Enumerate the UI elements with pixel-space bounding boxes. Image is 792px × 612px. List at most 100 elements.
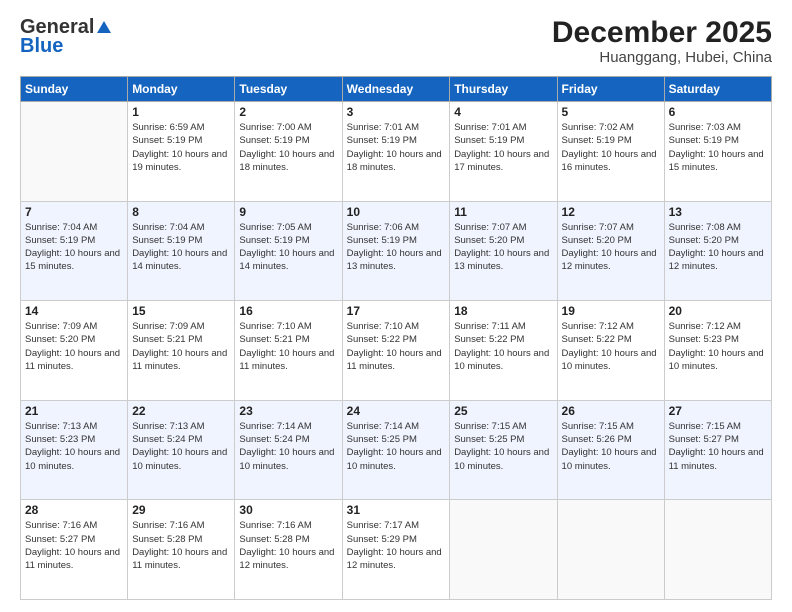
day-number: 23: [239, 404, 337, 418]
calendar-week-row: 1Sunrise: 6:59 AMSunset: 5:19 PMDaylight…: [21, 102, 772, 202]
day-number: 12: [562, 205, 660, 219]
calendar-day-cell: 24Sunrise: 7:14 AMSunset: 5:25 PMDayligh…: [342, 400, 450, 500]
day-info: Sunrise: 7:13 AMSunset: 5:24 PMDaylight:…: [132, 420, 230, 473]
location: Huanggang, Hubei, China: [552, 49, 772, 66]
day-info: Sunrise: 7:16 AMSunset: 5:28 PMDaylight:…: [239, 519, 337, 572]
day-number: 7: [25, 205, 123, 219]
day-info: Sunrise: 7:14 AMSunset: 5:24 PMDaylight:…: [239, 420, 337, 473]
day-info: Sunrise: 7:00 AMSunset: 5:19 PMDaylight:…: [239, 121, 337, 174]
calendar-day-cell: [21, 102, 128, 202]
day-info: Sunrise: 7:07 AMSunset: 5:20 PMDaylight:…: [454, 221, 552, 274]
day-info: Sunrise: 7:03 AMSunset: 5:19 PMDaylight:…: [669, 121, 767, 174]
calendar-day-cell: 28 Sunrise: 7:16 AMSunset: 5:27 PMDayligh…: [21, 500, 128, 600]
day-info: Sunrise: 7:09 AMSunset: 5:21 PMDaylight:…: [132, 320, 230, 373]
calendar-day-cell: 8 Sunrise: 7:04 AMSunset: 5:19 PMDaylight…: [128, 201, 235, 301]
calendar-day-cell: 2 Sunrise: 7:00 AMSunset: 5:19 PMDaylight…: [235, 102, 342, 202]
day-info: Sunrise: 7:10 AMSunset: 5:21 PMDaylight:…: [239, 320, 337, 373]
calendar-day-cell: 7 Sunrise: 7:04 AMSunset: 5:19 PMDaylight…: [21, 201, 128, 301]
calendar-day-cell: 16 Sunrise: 7:10 AMSunset: 5:21 PMDayligh…: [235, 301, 342, 401]
day-info: Sunrise: 7:10 AMSunset: 5:22 PMDaylight:…: [347, 320, 446, 373]
day-number: 16: [239, 304, 337, 318]
calendar-day-cell: 1Sunrise: 6:59 AMSunset: 5:19 PMDaylight…: [128, 102, 235, 202]
day-number: 1: [132, 105, 230, 119]
day-number: 14: [25, 304, 123, 318]
calendar-day-cell: 19Sunrise: 7:12 AMSunset: 5:22 PMDayligh…: [557, 301, 664, 401]
page: General Blue December 2025 Huanggang, Hu…: [0, 0, 792, 612]
calendar-day-cell: 6Sunrise: 7:03 AMSunset: 5:19 PMDaylight…: [664, 102, 771, 202]
calendar-day-cell: 25Sunrise: 7:15 AMSunset: 5:25 PMDayligh…: [450, 400, 557, 500]
calendar-day-cell: 5 Sunrise: 7:02 AMSunset: 5:19 PMDaylight…: [557, 102, 664, 202]
calendar-table: SundayMondayTuesdayWednesdayThursdayFrid…: [20, 76, 772, 600]
day-number: 26: [562, 404, 660, 418]
calendar-day-header: Tuesday: [235, 77, 342, 102]
calendar-day-cell: 3 Sunrise: 7:01 AMSunset: 5:19 PMDaylight…: [342, 102, 450, 202]
logo-icon: [95, 19, 113, 37]
calendar-header-row: SundayMondayTuesdayWednesdayThursdayFrid…: [21, 77, 772, 102]
calendar-day-cell: 10 Sunrise: 7:06 AMSunset: 5:19 PMDayligh…: [342, 201, 450, 301]
day-number: 5: [562, 105, 660, 119]
day-info: Sunrise: 7:16 AMSunset: 5:28 PMDaylight:…: [132, 519, 230, 572]
day-info: Sunrise: 7:02 AMSunset: 5:19 PMDaylight:…: [562, 121, 660, 174]
day-info: Sunrise: 7:14 AMSunset: 5:25 PMDaylight:…: [347, 420, 446, 473]
calendar-day-header: Friday: [557, 77, 664, 102]
day-info: Sunrise: 7:05 AMSunset: 5:19 PMDaylight:…: [239, 221, 337, 274]
logo-blue: Blue: [20, 35, 63, 58]
calendar-day-cell: [450, 500, 557, 600]
calendar-day-cell: 15Sunrise: 7:09 AMSunset: 5:21 PMDayligh…: [128, 301, 235, 401]
day-number: 3: [347, 105, 446, 119]
day-info: Sunrise: 7:07 AMSunset: 5:20 PMDaylight:…: [562, 221, 660, 274]
day-info: Sunrise: 7:01 AMSunset: 5:19 PMDaylight:…: [347, 121, 446, 174]
calendar-day-cell: 21Sunrise: 7:13 AMSunset: 5:23 PMDayligh…: [21, 400, 128, 500]
day-number: 21: [25, 404, 123, 418]
calendar-day-cell: 20Sunrise: 7:12 AMSunset: 5:23 PMDayligh…: [664, 301, 771, 401]
day-info: Sunrise: 7:15 AMSunset: 5:25 PMDaylight:…: [454, 420, 552, 473]
calendar-day-cell: 18Sunrise: 7:11 AMSunset: 5:22 PMDayligh…: [450, 301, 557, 401]
day-number: 27: [669, 404, 767, 418]
day-number: 9: [239, 205, 337, 219]
day-number: 30: [239, 503, 337, 517]
day-number: 10: [347, 205, 446, 219]
calendar-day-cell: [557, 500, 664, 600]
day-info: Sunrise: 7:12 AMSunset: 5:22 PMDaylight:…: [562, 320, 660, 373]
calendar-day-cell: 23 Sunrise: 7:14 AMSunset: 5:24 PMDayligh…: [235, 400, 342, 500]
day-number: 13: [669, 205, 767, 219]
day-number: 2: [239, 105, 337, 119]
day-number: 31: [347, 503, 446, 517]
day-info: Sunrise: 7:12 AMSunset: 5:23 PMDaylight:…: [669, 320, 767, 373]
calendar-day-cell: 9 Sunrise: 7:05 AMSunset: 5:19 PMDaylight…: [235, 201, 342, 301]
header: General Blue December 2025 Huanggang, Hu…: [20, 16, 772, 66]
day-number: 4: [454, 105, 552, 119]
day-number: 28: [25, 503, 123, 517]
day-number: 22: [132, 404, 230, 418]
day-info: Sunrise: 7:16 AMSunset: 5:27 PMDaylight:…: [25, 519, 123, 572]
day-number: 29: [132, 503, 230, 517]
calendar-day-header: Monday: [128, 77, 235, 102]
calendar-week-row: 7 Sunrise: 7:04 AMSunset: 5:19 PMDaylight…: [21, 201, 772, 301]
calendar-day-cell: 31 Sunrise: 7:17 AMSunset: 5:29 PMDayligh…: [342, 500, 450, 600]
calendar-day-cell: 13Sunrise: 7:08 AMSunset: 5:20 PMDayligh…: [664, 201, 771, 301]
month-title: December 2025: [552, 16, 772, 49]
day-number: 8: [132, 205, 230, 219]
day-info: Sunrise: 7:15 AMSunset: 5:27 PMDaylight:…: [669, 420, 767, 473]
day-info: Sunrise: 7:06 AMSunset: 5:19 PMDaylight:…: [347, 221, 446, 274]
calendar-day-cell: 14Sunrise: 7:09 AMSunset: 5:20 PMDayligh…: [21, 301, 128, 401]
calendar-day-cell: 26 Sunrise: 7:15 AMSunset: 5:26 PMDayligh…: [557, 400, 664, 500]
calendar-day-cell: 27 Sunrise: 7:15 AMSunset: 5:27 PMDayligh…: [664, 400, 771, 500]
calendar-day-cell: [664, 500, 771, 600]
calendar-day-cell: 30 Sunrise: 7:16 AMSunset: 5:28 PMDayligh…: [235, 500, 342, 600]
title-block: December 2025 Huanggang, Hubei, China: [552, 16, 772, 66]
calendar-week-row: 28 Sunrise: 7:16 AMSunset: 5:27 PMDayligh…: [21, 500, 772, 600]
calendar-day-cell: 11 Sunrise: 7:07 AMSunset: 5:20 PMDayligh…: [450, 201, 557, 301]
calendar-day-header: Sunday: [21, 77, 128, 102]
calendar-day-header: Wednesday: [342, 77, 450, 102]
day-number: 11: [454, 205, 552, 219]
calendar-day-cell: 12 Sunrise: 7:07 AMSunset: 5:20 PMDayligh…: [557, 201, 664, 301]
day-info: Sunrise: 7:15 AMSunset: 5:26 PMDaylight:…: [562, 420, 660, 473]
day-info: Sunrise: 7:17 AMSunset: 5:29 PMDaylight:…: [347, 519, 446, 572]
calendar-day-cell: 4Sunrise: 7:01 AMSunset: 5:19 PMDaylight…: [450, 102, 557, 202]
calendar-day-header: Saturday: [664, 77, 771, 102]
day-info: Sunrise: 7:04 AMSunset: 5:19 PMDaylight:…: [25, 221, 123, 274]
calendar-day-header: Thursday: [450, 77, 557, 102]
calendar-week-row: 21Sunrise: 7:13 AMSunset: 5:23 PMDayligh…: [21, 400, 772, 500]
day-info: Sunrise: 7:04 AMSunset: 5:19 PMDaylight:…: [132, 221, 230, 274]
